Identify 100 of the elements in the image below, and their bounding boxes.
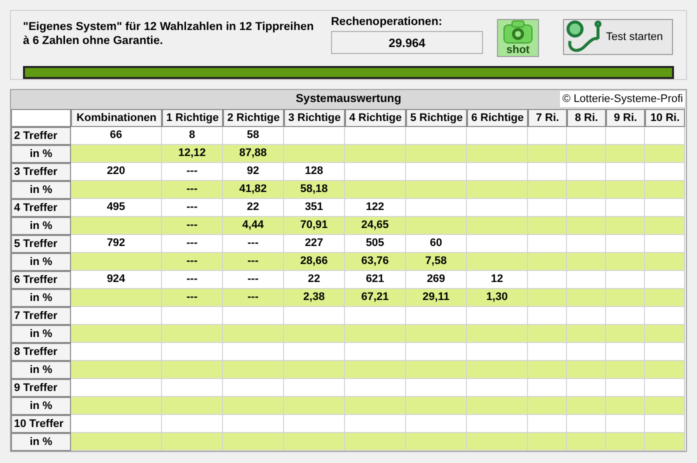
table-cell: --- [223, 235, 284, 253]
table-cell [467, 433, 528, 451]
table-cell [406, 199, 467, 217]
row-header: 2 Treffer [11, 127, 71, 145]
table-cell [567, 163, 606, 181]
table-cell [528, 379, 567, 397]
row-header: 9 Treffer [11, 379, 71, 397]
operations-field: 29.964 [331, 31, 483, 54]
table-cell [467, 253, 528, 271]
table-cell [606, 415, 645, 433]
table-cell: --- [162, 253, 223, 271]
table-cell [645, 361, 685, 379]
table-cell [606, 127, 645, 145]
table-cell: 351 [284, 199, 345, 217]
table-cell [645, 343, 685, 361]
table-cell [284, 127, 345, 145]
table-cell: 67,21 [345, 289, 406, 307]
table-cell [345, 181, 406, 199]
table-cell [528, 433, 567, 451]
table-cell: 122 [345, 199, 406, 217]
table-cell: 12 [467, 271, 528, 289]
test-start-button[interactable]: Test starten [563, 19, 673, 55]
table-cell: 29,11 [406, 289, 467, 307]
table-cell [567, 289, 606, 307]
table-cell [645, 253, 685, 271]
table-cell: --- [162, 271, 223, 289]
shot-button[interactable]: shot [497, 19, 539, 57]
table-cell [406, 163, 467, 181]
table-cell [345, 415, 406, 433]
table-cell [284, 145, 345, 163]
table-cell [645, 307, 685, 325]
table-cell [467, 343, 528, 361]
table-cell [645, 181, 685, 199]
table-cell [567, 415, 606, 433]
table-cell [467, 415, 528, 433]
table-cell [467, 217, 528, 235]
row-header: 6 Treffer [11, 271, 71, 289]
column-header: 4 Richtige [345, 109, 406, 127]
table-cell [345, 361, 406, 379]
table-cell [528, 181, 567, 199]
table-cell [467, 181, 528, 199]
table-cell [162, 397, 223, 415]
table-cell [645, 289, 685, 307]
table-cell [645, 415, 685, 433]
table-cell [567, 127, 606, 145]
table-cell [223, 397, 284, 415]
table-cell [606, 181, 645, 199]
table-cell: --- [162, 199, 223, 217]
table-cell [284, 307, 345, 325]
table-cell [567, 271, 606, 289]
table-cell: 70,91 [284, 217, 345, 235]
table-cell [567, 379, 606, 397]
table-cell: --- [162, 235, 223, 253]
column-header: 5 Richtige [406, 109, 467, 127]
column-header: 1 Richtige [162, 109, 223, 127]
table-cell [345, 397, 406, 415]
table-cell [567, 199, 606, 217]
table-cell: 2,38 [284, 289, 345, 307]
table-cell [406, 397, 467, 415]
table-cell [606, 361, 645, 379]
table-cell [467, 325, 528, 343]
table-cell [528, 415, 567, 433]
table-cell [223, 325, 284, 343]
table-cell [284, 325, 345, 343]
table-cell [467, 397, 528, 415]
row-header: 3 Treffer [11, 163, 71, 181]
table-cell [645, 433, 685, 451]
table-cell [284, 379, 345, 397]
table-cell [467, 127, 528, 145]
table-cell [567, 253, 606, 271]
table-cell [645, 127, 685, 145]
column-header: 9 Ri. [606, 109, 645, 127]
copyright-text: © Lotterie-Systeme-Profi [560, 91, 685, 107]
camera-icon [503, 20, 533, 44]
table-cell [606, 145, 645, 163]
table-cell: 792 [71, 235, 162, 253]
column-header: 6 Richtige [467, 109, 528, 127]
table-cell [467, 199, 528, 217]
table-cell [467, 235, 528, 253]
table-cell [345, 343, 406, 361]
row-header: in % [11, 325, 71, 343]
column-header: Kombinationen [71, 109, 162, 127]
table-cell [345, 433, 406, 451]
table-cell [406, 415, 467, 433]
row-header: in % [11, 361, 71, 379]
table-cell [467, 145, 528, 163]
table-cell [284, 415, 345, 433]
table-cell [567, 361, 606, 379]
table-cell [645, 145, 685, 163]
table-cell [645, 271, 685, 289]
table-cell: 128 [284, 163, 345, 181]
table-cell [162, 433, 223, 451]
row-header: 10 Treffer [11, 415, 71, 433]
table-cell [567, 235, 606, 253]
table-cell [406, 433, 467, 451]
system-description: "Eigenes System" für 12 Wahlzahlen in 12 Tippreihen à 6 Zahlen ohne Garantie. [23, 20, 315, 48]
table-cell [406, 379, 467, 397]
table-cell [223, 361, 284, 379]
table-cell [606, 253, 645, 271]
table-cell [528, 235, 567, 253]
